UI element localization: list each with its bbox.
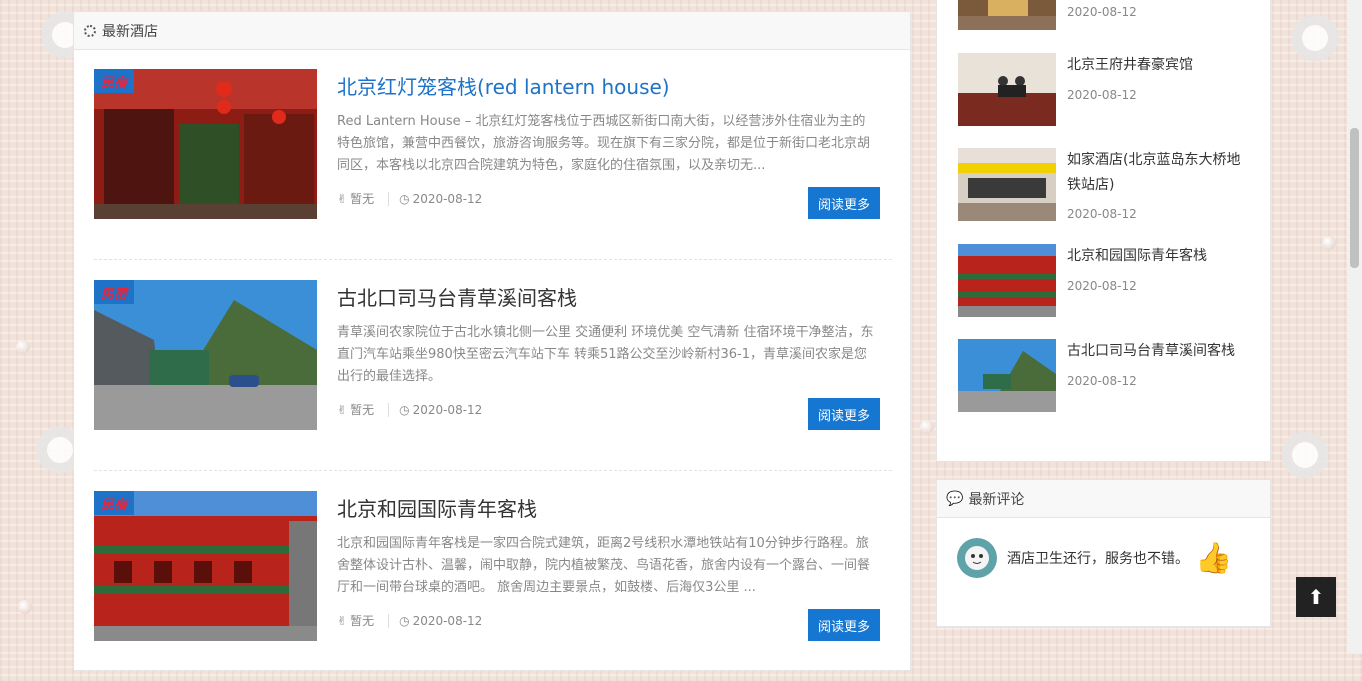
sidebar-thumbnail[interactable] <box>958 244 1056 317</box>
meta-separator <box>388 191 390 206</box>
post-rating: 暂无 <box>350 403 375 417</box>
clock-icon: ◷ <box>399 191 410 206</box>
page-scrollbar[interactable] <box>1347 0 1362 654</box>
pearl-decoration <box>1322 236 1336 250</box>
sidebar-thumbnail[interactable] <box>958 339 1056 412</box>
sidebar-date: 2020-08-12 <box>1067 88 1137 102</box>
comment-text: 酒店卫生还行，服务也不错。 <box>1007 551 1189 567</box>
thumbs-icon: ✌ <box>337 402 348 417</box>
post-thumbnail[interactable]: 民宿 <box>94 280 317 430</box>
post-date: 2020-08-12 <box>412 613 483 628</box>
read-more-button[interactable]: 阅读更多 <box>808 398 880 430</box>
meta-separator <box>388 613 390 628</box>
comment-item[interactable]: 酒店卫生还行，服务也不错。 👍 <box>957 538 1232 578</box>
panel-header: 💬 最新评论 <box>937 480 1270 518</box>
sidebar-title[interactable]: 北京和园国际青年客栈 <box>1067 244 1252 269</box>
latest-comments-panel: 💬 最新评论 酒店卫生还行，服务也不错。 👍 <box>936 479 1271 627</box>
post-thumbnail[interactable]: 民宿 <box>94 491 317 641</box>
post-date: 2020-08-12 <box>412 402 483 417</box>
pearl-decoration <box>920 420 934 434</box>
sidebar-date: 2020-08-12 <box>1067 279 1137 293</box>
bow-decoration <box>1285 8 1345 68</box>
meta-separator <box>388 402 390 417</box>
post-excerpt: 北京和园国际青年客栈是一家四合院式建筑，距离2号线积水潭地铁站有10分钟步行路程… <box>337 536 871 595</box>
sidebar-date: 2020-08-12 <box>1067 5 1137 19</box>
post-item: 民宿 北京和园国际青年客栈 北京和园国际青年客栈是一家四合院式建筑，距离2号线积… <box>94 491 892 681</box>
clock-icon: ◷ <box>399 402 410 417</box>
sidebar-date: 2020-08-12 <box>1067 374 1137 388</box>
spinner-icon <box>84 24 96 37</box>
sidebar-title[interactable]: 北京王府井春豪宾馆 <box>1067 53 1252 78</box>
sidebar-date: 2020-08-12 <box>1067 207 1137 221</box>
post-tag: 民宿 <box>94 280 134 304</box>
post-meta: ✌ 暂无 ◷ 2020-08-12 <box>337 401 482 418</box>
sidebar-thumbnail[interactable] <box>958 0 1056 54</box>
latest-hotels-panel: 最新酒店 民宿 北京红灯笼客栈(red lantern house) Red L… <box>73 11 911 671</box>
sidebar-title[interactable]: 古北口司马台青草溪间客栈 <box>1067 339 1252 364</box>
post-divider <box>94 470 892 471</box>
sidebar-title[interactable]: 如家酒店(北京蓝岛东大桥地铁站店) <box>1067 148 1252 198</box>
post-tag: 民宿 <box>94 491 134 515</box>
post-rating: 暂无 <box>350 614 375 628</box>
sidebar-hotel-list: 2020-08-12 北京王府井春豪宾馆 2020-08-12 如家酒店(北京蓝… <box>936 0 1271 462</box>
comment-icon: 💬 <box>946 490 964 507</box>
sidebar-thumbnail[interactable] <box>958 53 1056 126</box>
pearl-decoration <box>18 600 32 614</box>
thumbs-icon: ✌ <box>337 191 348 206</box>
avatar <box>957 538 997 578</box>
sidebar-thumbnail[interactable] <box>958 148 1056 221</box>
post-divider <box>94 259 892 260</box>
clock-icon: ◷ <box>399 613 410 628</box>
post-rating: 暂无 <box>350 192 375 206</box>
post-item: 民宿 古北口司马台青草溪间客栈 青草溪间农家院位于古北水镇北侧一公里 交通便利 … <box>94 280 892 470</box>
post-excerpt: 青草溪间农家院位于古北水镇北侧一公里 交通便利 环境优美 空气清新 住宿环境干净… <box>337 325 874 384</box>
read-more-button[interactable]: 阅读更多 <box>808 187 880 219</box>
post-date: 2020-08-12 <box>412 191 483 206</box>
post-thumbnail[interactable]: 民宿 <box>94 69 317 219</box>
back-to-top-button[interactable]: ⬆ <box>1296 577 1336 617</box>
panel-header: 最新酒店 <box>74 12 910 50</box>
pearl-decoration <box>16 340 30 354</box>
post-meta: ✌ 暂无 ◷ 2020-08-12 <box>337 190 482 207</box>
scrollbar-thumb[interactable] <box>1350 128 1359 268</box>
post-tag: 民宿 <box>94 69 134 93</box>
post-item: 民宿 北京红灯笼客栈(red lantern house) Red Lanter… <box>94 69 892 259</box>
bow-decoration <box>1275 425 1335 485</box>
thumbs-up-icon: 👍 <box>1195 540 1233 576</box>
thumbs-icon: ✌ <box>337 613 348 628</box>
read-more-button[interactable]: 阅读更多 <box>808 609 880 641</box>
post-title[interactable]: 古北口司马台青草溪间客栈 <box>337 282 577 311</box>
post-title[interactable]: 北京和园国际青年客栈 <box>337 493 537 522</box>
panel-title: 最新酒店 <box>102 23 158 40</box>
post-title[interactable]: 北京红灯笼客栈(red lantern house) <box>337 71 670 100</box>
panel-title: 最新评论 <box>968 491 1025 508</box>
post-excerpt: Red Lantern House – 北京红灯笼客栈位于西城区新街口南大街，以… <box>337 114 871 173</box>
post-meta: ✌ 暂无 ◷ 2020-08-12 <box>337 612 482 629</box>
arrow-up-icon: ⬆ <box>1307 585 1325 609</box>
